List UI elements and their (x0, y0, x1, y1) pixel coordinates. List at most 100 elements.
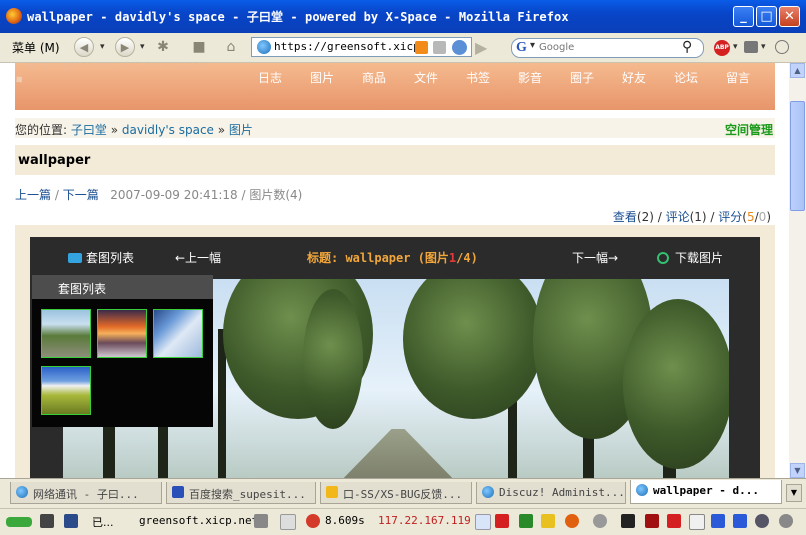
back-button[interactable]: ◀ (74, 37, 94, 57)
nav-link[interactable]: 书签 (466, 69, 518, 86)
prev-post-link[interactable]: 上一篇 (15, 188, 51, 202)
nav-link[interactable]: 论坛 (674, 69, 726, 86)
nav-link[interactable]: 留言 (726, 69, 778, 86)
nav-link[interactable]: 好友 (622, 69, 674, 86)
close-button[interactable]: ✕ (779, 6, 800, 27)
nav-link[interactable]: 影音 (518, 69, 570, 86)
window-title: wallpaper - davidly's space - 子曰堂 - powe… (27, 10, 569, 24)
tab-globe-icon (482, 486, 494, 498)
breadcrumb-separator: » (217, 123, 226, 137)
views-link[interactable]: 查看 (613, 210, 637, 224)
forward-history-caret[interactable]: ▾ (140, 42, 145, 52)
forward-button[interactable]: ▶ (115, 37, 135, 57)
nav-link[interactable]: 文件 (414, 69, 466, 86)
nav-link[interactable]: 图片 (310, 69, 362, 86)
comments-link[interactable]: 评论 (666, 210, 690, 224)
breadcrumb-separator: » (110, 123, 119, 137)
tab-baidu[interactable]: 百度搜索_supesit... (166, 482, 316, 504)
tab-list-arrow-icon[interactable]: ▼ (786, 484, 802, 502)
post-date: 2007-09-09 20:41:18 (110, 188, 238, 202)
page-info-icon[interactable] (433, 41, 446, 54)
engine-dropdown-icon[interactable]: ▾ (530, 40, 535, 51)
search-input[interactable] (539, 40, 679, 55)
layout-icon[interactable] (40, 514, 54, 528)
maximize-button[interactable]: □ (756, 6, 777, 27)
page-title: wallpaper (18, 153, 91, 168)
url-text[interactable]: https://greensoft.xicp. (274, 40, 426, 53)
up-arrow-icon[interactable] (711, 514, 725, 528)
shield-icon[interactable] (64, 514, 78, 528)
tab-discuz[interactable]: Discuz! Administ... (476, 482, 626, 504)
rating-score: 5 (746, 210, 755, 224)
tab-network[interactable]: 网络通讯 - 子曰... (10, 482, 162, 504)
space-manage-link[interactable]: 空间管理 (725, 121, 773, 138)
comments-count: 1 (694, 210, 702, 224)
next-post-link[interactable]: 下一篇 (63, 188, 99, 202)
search-box[interactable]: G ▾ ⚲ (511, 38, 704, 58)
url-bar[interactable]: https://greensoft.xicp. (251, 37, 472, 57)
album-list-button[interactable]: 套图列表 (68, 249, 134, 266)
stop-icon[interactable]: ■ (190, 38, 208, 56)
google-engine-icon[interactable]: G (516, 40, 527, 56)
tab-bar: 网络通讯 - 子曰... 百度搜索_supesit... 口-SS/XS-BUG… (0, 478, 806, 509)
thumbnail-meadow-sky[interactable] (41, 366, 91, 415)
site-nav: 日志 图片 商品 文件 书签 影音 圈子 好友 论坛 留言 (258, 69, 778, 86)
breadcrumb-link-home[interactable]: 子曰堂 (71, 123, 107, 137)
search-icon[interactable]: ⚲ (682, 39, 692, 55)
nav-link[interactable]: 商品 (362, 69, 414, 86)
minimize-button[interactable]: _ (733, 6, 754, 27)
site-identity-icon[interactable] (257, 40, 271, 54)
smiley-icon[interactable] (593, 514, 607, 528)
menu-button[interactable]: 菜单 (M) (12, 39, 60, 56)
post-meta: 上一篇 / 下一篇 2007-09-09 20:41:18 / 图片数(4) (15, 186, 302, 203)
camera-caret[interactable]: ▾ (761, 42, 766, 52)
download-photo-button[interactable]: 下载图片 (657, 249, 723, 266)
thumbnail-road-trees[interactable] (41, 309, 91, 358)
thumbnail-sunset-rocks[interactable] (97, 309, 147, 358)
document-icon[interactable] (689, 514, 705, 530)
home-icon[interactable]: ⌂ (222, 38, 240, 56)
firefox-addon-icon[interactable] (565, 514, 579, 528)
timer-icon (306, 514, 320, 528)
toolbar-extra-icon[interactable] (775, 40, 789, 54)
scroll-up-icon[interactable]: ▲ (790, 63, 805, 78)
tab-baidu-icon (172, 486, 184, 498)
nav-link[interactable]: 日志 (258, 69, 310, 86)
thumbnail-snow-slope[interactable] (153, 309, 203, 358)
adblock-plus-icon[interactable]: ABP (714, 40, 730, 56)
rss-feed-icon[interactable] (415, 41, 428, 54)
rating-votes: 0 (758, 210, 767, 224)
status-bar: 已... greensoft.xicp.net 8.609s 117.22.16… (0, 508, 806, 535)
nav-link[interactable]: 圈子 (570, 69, 622, 86)
breadcrumb-link-space[interactable]: davidly's space (122, 123, 214, 137)
meta-separator: / (54, 188, 59, 202)
tab-globe-icon (16, 486, 28, 498)
go-arrow-icon[interactable]: ▶ (475, 38, 487, 57)
photo-count: 图片数(4) (249, 188, 303, 202)
adblock-caret[interactable]: ▾ (733, 42, 738, 52)
down-arrow-icon[interactable] (733, 514, 747, 528)
page-icon[interactable] (280, 514, 296, 530)
prev-photo-button[interactable]: ←上一幅 (175, 249, 221, 266)
vertical-scrollbar[interactable]: ▲ ▼ (789, 63, 806, 478)
addon-icon[interactable] (645, 514, 659, 528)
refresh-url-icon[interactable] (452, 40, 467, 55)
addon-icon[interactable] (541, 514, 555, 528)
addon-icon[interactable] (621, 514, 635, 528)
addon-icon[interactable] (519, 514, 533, 528)
screenshot-camera-icon[interactable] (744, 41, 758, 53)
tab-wallpaper[interactable]: wallpaper - d... (630, 480, 782, 504)
tab-bug-feedback[interactable]: 口-SS/XS-BUG反馈... (320, 482, 472, 504)
globe-icon[interactable] (755, 514, 769, 528)
settings-icon[interactable] (779, 514, 793, 528)
back-history-caret[interactable]: ▾ (100, 42, 105, 52)
rating-link[interactable]: 评分 (718, 210, 742, 224)
next-photo-button[interactable]: 下一幅→ (572, 249, 618, 266)
window-title-bar: wallpaper - davidly's space - 子曰堂 - powe… (0, 0, 806, 33)
download-arrow-icon[interactable] (667, 514, 681, 528)
notepad-icon[interactable] (475, 514, 491, 530)
scroll-down-icon[interactable]: ▼ (790, 463, 805, 478)
breadcrumb-link-images[interactable]: 图片 (229, 123, 253, 137)
scrollbar-thumb[interactable] (790, 101, 805, 211)
reload-icon[interactable]: ✱ (154, 38, 172, 56)
